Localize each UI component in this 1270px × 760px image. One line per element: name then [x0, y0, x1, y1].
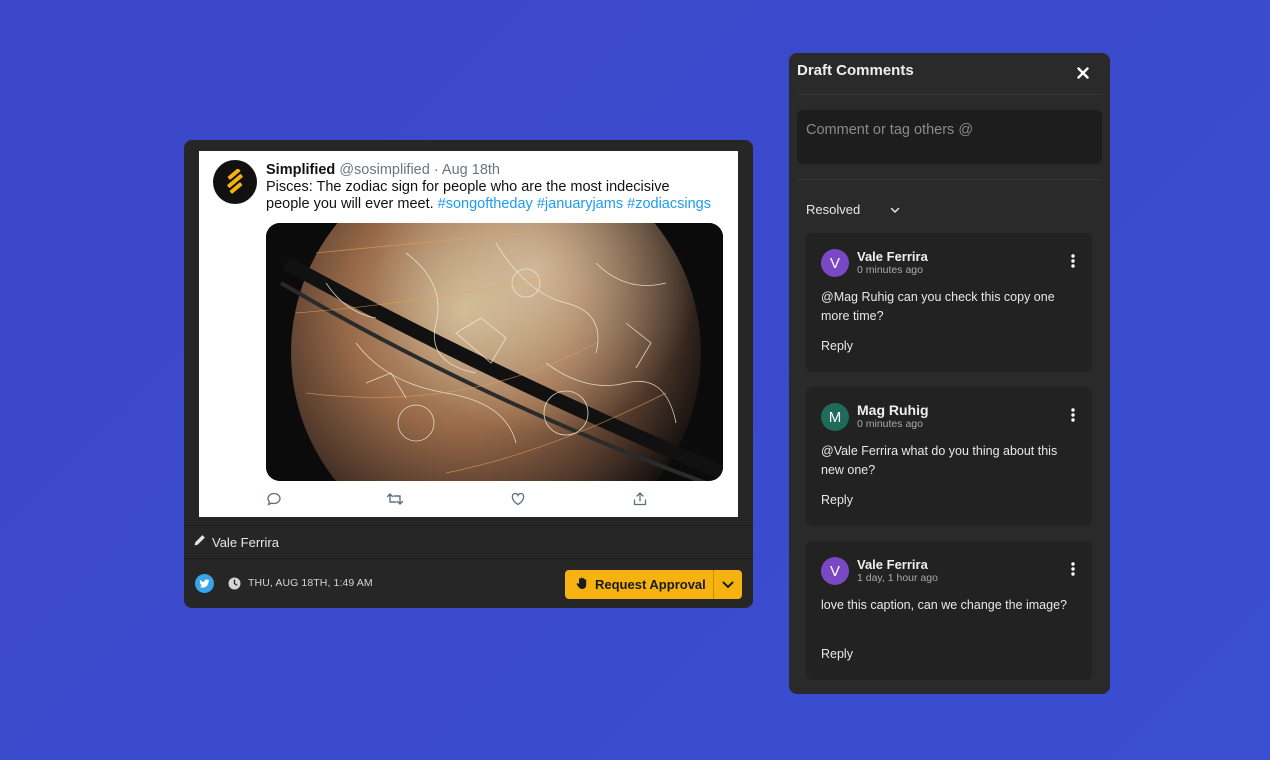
panel-title: Draft Comments — [797, 62, 914, 79]
request-approval-label: Request Approval — [595, 577, 706, 592]
close-icon[interactable] — [1075, 65, 1091, 81]
tweet-preview: Simplified @sosimplified · Aug 18th Pisc… — [199, 151, 738, 517]
share-icon[interactable] — [630, 489, 650, 509]
reply-button[interactable]: Reply — [821, 493, 853, 507]
tweet-actions — [266, 489, 656, 509]
resolved-filter[interactable]: Resolved — [806, 202, 860, 217]
comment-text: love this caption, can we change the ima… — [821, 598, 1067, 612]
hashtag[interactable]: #zodiacsings — [627, 196, 711, 212]
post-footer: THU, AUG 18TH, 1:49 AM Request Approval — [184, 560, 753, 608]
commenter-name: Vale Ferrira — [857, 557, 928, 572]
hashtag[interactable]: #januaryjams — [537, 196, 623, 212]
post-preview-card: Simplified @sosimplified · Aug 18th Pisc… — [184, 140, 753, 608]
request-approval-button[interactable]: Request Approval — [565, 570, 714, 599]
avatar: V — [821, 557, 849, 585]
tweet-date: Aug 18th — [441, 162, 500, 178]
chevron-down-icon[interactable] — [889, 203, 901, 215]
avatar: M — [821, 403, 849, 431]
comment-text: @Vale Ferrira what do you thing about th… — [821, 444, 1058, 477]
draft-comments-panel: Draft Comments Comment or tag others @ R… — [789, 53, 1110, 694]
hand-icon — [575, 576, 589, 593]
hashtag[interactable]: #songoftheday — [438, 196, 533, 212]
comment-input[interactable]: Comment or tag others @ — [797, 110, 1102, 164]
reply-button[interactable]: Reply — [821, 647, 853, 661]
author-name: Vale Ferrira — [212, 534, 279, 550]
zodiac-globe-image — [266, 223, 723, 481]
meta-separator: · — [433, 162, 439, 178]
reply-icon[interactable] — [264, 489, 284, 509]
commenter-name: Vale Ferrira — [857, 249, 928, 264]
more-options-icon[interactable] — [1070, 407, 1076, 423]
comment-time: 0 minutes ago — [857, 264, 923, 276]
schedule-datetime: THU, AUG 18TH, 1:49 AM — [248, 577, 373, 589]
reply-button[interactable]: Reply — [821, 339, 853, 353]
divider — [797, 94, 1102, 95]
more-options-icon[interactable] — [1070, 561, 1076, 577]
account-name: Simplified — [266, 162, 336, 178]
divider — [797, 179, 1102, 180]
twitter-icon — [195, 574, 214, 593]
simplified-logo-icon — [213, 160, 257, 204]
comment-text: @Mag Ruhig can you check this copy one m… — [821, 290, 1055, 323]
tweet-header: Simplified @sosimplified · Aug 18th — [266, 161, 500, 179]
more-options-icon[interactable] — [1070, 253, 1076, 269]
comment-time: 1 day, 1 hour ago — [857, 572, 938, 584]
author-row: Vale Ferrira — [184, 525, 753, 559]
tweet-text: Pisces: The zodiac sign for people who a… — [266, 179, 711, 213]
comment-time: 0 minutes ago — [857, 418, 923, 430]
retweet-icon[interactable] — [385, 489, 405, 509]
pencil-icon — [194, 533, 206, 551]
chevron-down-icon — [722, 576, 734, 594]
comment-card: V Vale Ferrira 0 minutes ago @Mag Ruhig … — [806, 233, 1092, 372]
approval-options-dropdown[interactable] — [714, 570, 742, 599]
commenter-name: Mag Ruhig — [857, 402, 929, 418]
like-icon[interactable] — [508, 489, 528, 509]
request-approval-group: Request Approval — [565, 570, 742, 599]
avatar: V — [821, 249, 849, 277]
comment-card: V Vale Ferrira 1 day, 1 hour ago love th… — [806, 541, 1092, 680]
account-handle: @sosimplified — [339, 162, 430, 178]
clock-icon — [228, 577, 241, 590]
comment-card: M Mag Ruhig 0 minutes ago @Vale Ferrira … — [806, 387, 1092, 526]
